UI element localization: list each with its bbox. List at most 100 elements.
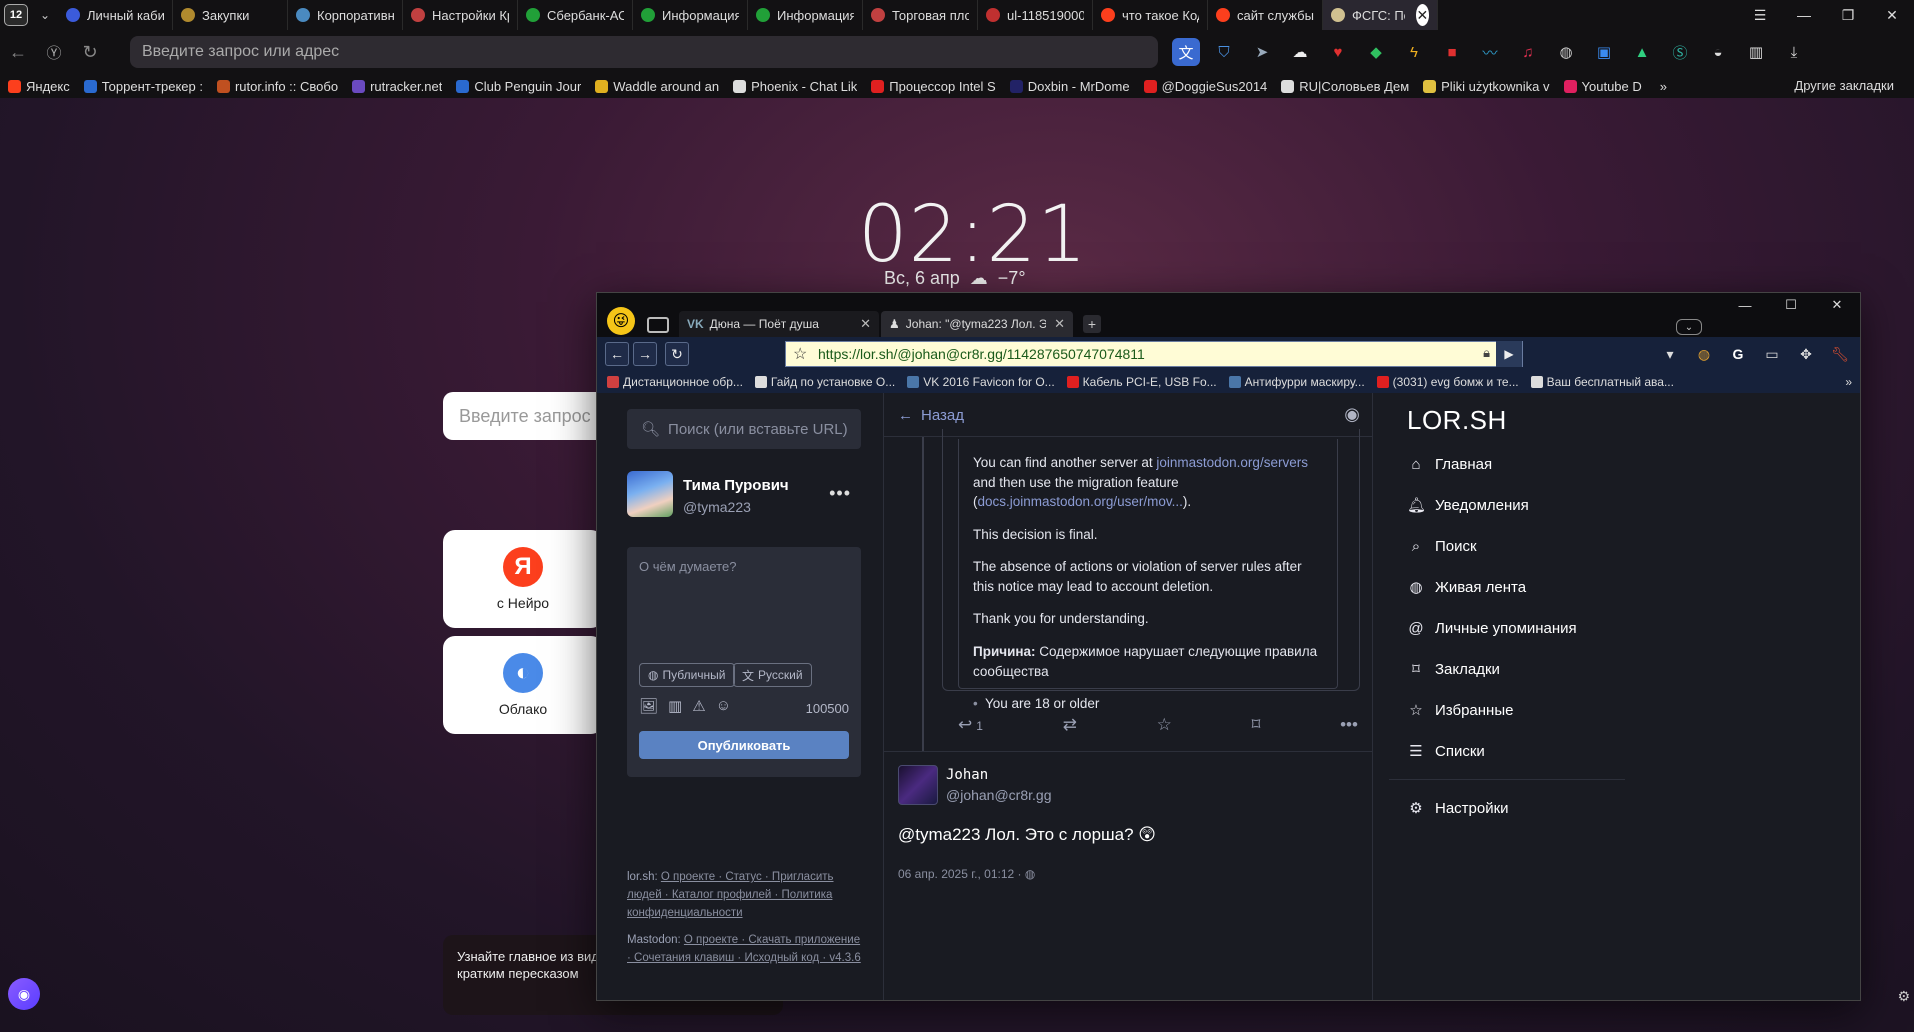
tab-count-badge[interactable]: 12 <box>4 4 28 26</box>
reload-icon[interactable]: ↻ <box>72 42 108 63</box>
site-logo[interactable]: LOR.SH <box>1407 405 1507 436</box>
ntp-search-input[interactable]: Введите запрос <box>443 392 613 440</box>
tile-neuro[interactable]: Я с Нейро <box>443 530 603 628</box>
s-ext-icon[interactable]: Ⓢ <box>1666 38 1694 66</box>
outer-tab[interactable]: ФСГС: Получе ✕ <box>1323 0 1438 30</box>
boost-icon[interactable]: ⇄ <box>1063 715 1077 735</box>
language-button[interactable]: 文 Русский <box>733 663 812 687</box>
pocket-icon[interactable]: ▾ <box>1658 342 1682 366</box>
bookmark-item[interactable]: Торрент-трекер : <box>83 79 203 94</box>
nav-item[interactable]: 🔔︎ Уведомления <box>1407 490 1529 520</box>
image-icon[interactable]: 🖼︎ <box>639 697 658 715</box>
disk-ext-icon[interactable]: ◒ <box>1704 38 1732 66</box>
tab-list-chevron-icon[interactable]: ⌄ <box>32 8 58 22</box>
avatar[interactable] <box>898 765 938 805</box>
bookmark-item[interactable]: Doxbin - MrDome <box>1009 79 1130 94</box>
bookmark-item[interactable]: Гайд по установке О... <box>754 375 895 389</box>
outer-tab[interactable]: ul-1185190001 <box>978 0 1093 30</box>
url-bar[interactable]: ☆ https://lor.sh/@johan@cr8r.gg/11428765… <box>785 341 1523 367</box>
menu-icon[interactable]: ☰ <box>1738 0 1782 30</box>
bolt-ext-icon[interactable]: ϟ <box>1400 38 1428 66</box>
poll-icon[interactable]: ▥ <box>668 697 682 715</box>
back-arrow-icon[interactable]: ← <box>605 342 629 366</box>
outer-tab[interactable]: Сбербанк-АСТ <box>518 0 633 30</box>
avatar[interactable] <box>627 471 673 517</box>
lock-icon[interactable]: 🔒︎ <box>1483 345 1490 361</box>
blue-ext-icon[interactable]: ▣ <box>1590 38 1618 66</box>
close-tab-icon[interactable]: ✕ <box>1415 4 1429 26</box>
other-bookmarks[interactable]: Другие закладки <box>1794 78 1894 93</box>
back-arrow-icon[interactable]: ← <box>0 42 36 63</box>
nav-item[interactable]: ⌕ Поиск <box>1407 531 1477 561</box>
globe-ext-icon[interactable]: ◍ <box>1552 38 1580 66</box>
outer-tab[interactable]: Закупки <box>173 0 288 30</box>
user-name[interactable]: Тима Пурович <box>683 477 789 494</box>
new-tab-icon[interactable]: + <box>1083 315 1101 333</box>
bookmark-item[interactable]: Youtube D <box>1563 79 1642 94</box>
green-ext-icon[interactable]: ▲ <box>1628 38 1656 66</box>
bookmark-item[interactable]: Club Penguin Jour <box>456 79 581 94</box>
more-bookmarks-icon[interactable]: » <box>1660 79 1667 94</box>
outer-tab[interactable]: Личный кабин <box>58 0 173 30</box>
close-tab-icon[interactable]: ✕ <box>1054 316 1065 332</box>
bookmark-item[interactable]: Phoenix - Chat Lik <box>733 79 857 94</box>
close-window-icon[interactable]: ✕ <box>1870 0 1914 30</box>
bookmark-item[interactable]: rutor.info :: Свобо <box>216 79 338 94</box>
bookmark-item[interactable]: Процессор Intel S <box>871 79 996 94</box>
bookmark-item[interactable]: Waddle around an <box>595 79 719 94</box>
bookmark-item[interactable]: Яндекс <box>8 79 70 94</box>
favourite-icon[interactable]: ☆ <box>1157 715 1172 735</box>
tile-cloud[interactable]: ◐ Облако <box>443 636 603 734</box>
outer-address-input[interactable]: Введите запрос или адрес <box>130 36 1158 68</box>
smiley-icon[interactable]: 😜 <box>607 307 635 335</box>
star-icon[interactable]: ☆ <box>793 344 807 364</box>
outer-tab[interactable]: Настройки Кр <box>403 0 518 30</box>
outer-tab[interactable]: сайт службы г <box>1208 0 1323 30</box>
bookmark-icon[interactable]: ⌑ <box>1252 715 1261 735</box>
gift-ext-icon[interactable]: ♥ <box>1324 38 1352 66</box>
forward-arrow-icon[interactable]: → <box>633 342 657 366</box>
yandex-logo-icon[interactable]: Ⓨ <box>36 42 72 63</box>
bookmark-item[interactable]: @DoggieSus2014 <box>1143 79 1267 94</box>
outer-tab[interactable]: Торговая пло <box>863 0 978 30</box>
cloud-ext-icon[interactable]: ☁ <box>1286 38 1314 66</box>
bookmark-item[interactable]: VK 2016 Favicon for O... <box>907 375 1055 389</box>
bookmark-item[interactable]: Дистанционное обр... <box>607 375 743 389</box>
inner-tab-mastodon[interactable]: ♟ Johan: "@tyma223 Лол. Эт ✕ <box>881 311 1073 337</box>
extensions-icon[interactable]: ✥ <box>1794 342 1818 366</box>
more-options-icon[interactable]: ••• <box>1340 715 1358 735</box>
nav-item[interactable]: @ Личные упоминания <box>1407 613 1576 643</box>
music-ext-icon[interactable]: ♫ <box>1514 38 1542 66</box>
more-bookmarks-icon[interactable]: » <box>1845 375 1852 389</box>
sidebar-ext-icon[interactable]: ▥ <box>1742 38 1770 66</box>
eye-icon[interactable]: ◉ <box>1344 404 1360 425</box>
mastodon-search-input[interactable]: 🔍︎ Поиск (или вставьте URL) <box>627 409 861 449</box>
nav-item[interactable]: ⌂ Главная <box>1407 449 1492 479</box>
nav-settings[interactable]: ⚙ Настройки <box>1407 793 1508 823</box>
minimize-icon[interactable]: — <box>1782 0 1826 30</box>
red-ext-icon[interactable]: ■ <box>1438 38 1466 66</box>
page-icon[interactable]: ▭ <box>1760 342 1784 366</box>
docs-link[interactable]: docs.joinmastodon.org/user/mov... <box>978 494 1183 509</box>
author-name[interactable]: Johan <box>946 767 988 783</box>
joinmastodon-link[interactable]: joinmastodon.org/servers <box>1156 455 1308 470</box>
download-icon[interactable]: ⤓ <box>1780 38 1808 66</box>
minimize-icon[interactable]: — <box>1722 293 1768 317</box>
nav-item[interactable]: ☆ Избранные <box>1407 695 1513 725</box>
back-button[interactable]: ← Назад <box>898 407 964 424</box>
close-window-icon[interactable]: ✕ <box>1814 293 1860 317</box>
footer-links-site[interactable]: О проекте · Статус · Пригласить людей · … <box>627 871 834 919</box>
translate-ext-icon[interactable]: 文 <box>1172 38 1200 66</box>
status-timestamp[interactable]: 06 апр. 2025 г., 01:12 <box>898 867 1014 881</box>
bookmark-item[interactable]: Антифурри маскиру... <box>1228 375 1365 389</box>
close-tab-icon[interactable]: ✕ <box>860 316 871 332</box>
outer-tab[interactable]: Информация <box>633 0 748 30</box>
alice-icon[interactable]: ◉ <box>8 978 40 1010</box>
tools-icon[interactable]: 🔧︎ <box>1828 342 1852 366</box>
tab-list-icon[interactable]: ⌄ <box>1676 319 1702 335</box>
outer-tab[interactable]: Корпоративн <box>288 0 403 30</box>
tab-groups-icon[interactable] <box>647 317 669 333</box>
bookmark-item[interactable]: rutracker.net <box>352 79 442 94</box>
outer-tab[interactable]: Информация <box>748 0 863 30</box>
nav-item[interactable]: ◍ Живая лента <box>1407 572 1526 602</box>
